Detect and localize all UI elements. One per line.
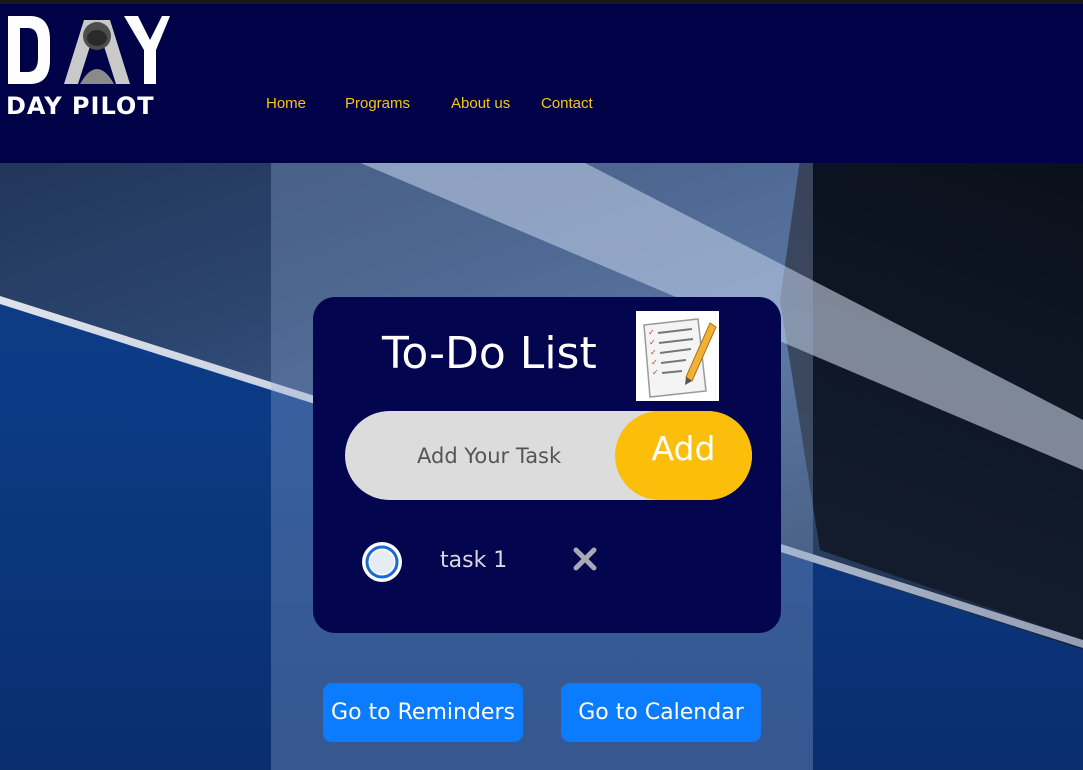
add-task-button[interactable]: Add [615,411,752,500]
nav-home[interactable]: Home [266,95,306,112]
checklist-pencil-icon: ✓ ✓ ✓ ✓ ✓ [636,311,719,401]
radio-circle-icon[interactable] [361,541,403,583]
svg-text:✓: ✓ [649,338,656,347]
nav-contact[interactable]: Contact [541,95,593,112]
brand-name: DAY PILOT [6,92,155,120]
svg-text:✓: ✓ [651,358,658,367]
go-to-reminders-button[interactable]: Go to Reminders [323,683,523,742]
nav-programs[interactable]: Programs [345,95,410,112]
svg-text:✓: ✓ [650,348,657,357]
todo-title: To-Do List [382,328,597,379]
go-to-calendar-button[interactable]: Go to Calendar [561,683,761,742]
svg-text:✓: ✓ [648,328,655,337]
task-input[interactable] [345,411,635,500]
close-icon[interactable] [571,545,599,573]
svg-text:✓: ✓ [652,368,659,377]
nav-about-us[interactable]: About us [451,95,510,112]
task-text: task 1 [440,548,508,573]
site-header: DAY PILOT Home Programs About us Contact [0,4,1083,163]
